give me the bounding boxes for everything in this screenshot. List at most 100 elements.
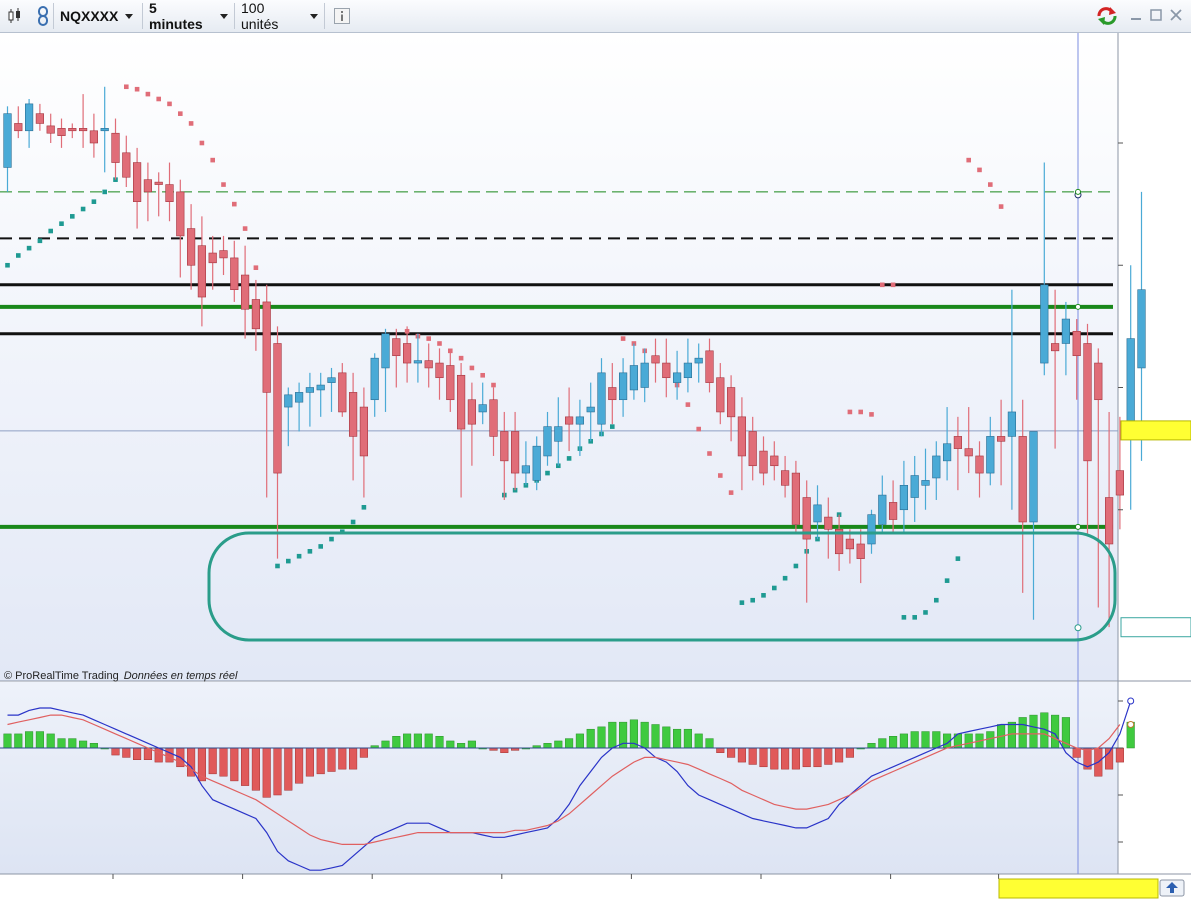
candle-body xyxy=(748,431,757,467)
candle-body xyxy=(575,416,584,425)
candle-body xyxy=(316,384,325,391)
histogram-bar xyxy=(770,747,779,770)
sar-dot xyxy=(912,615,917,620)
candle-body xyxy=(1115,470,1124,496)
sar-dot xyxy=(869,412,874,417)
histogram-bar xyxy=(219,747,228,777)
histogram-bar xyxy=(338,747,347,770)
candle-body xyxy=(759,450,768,474)
histogram-bar xyxy=(165,747,174,763)
candle-body xyxy=(370,357,379,401)
sar-dot xyxy=(718,473,723,478)
minimize-icon[interactable] xyxy=(1129,8,1143,22)
sar-dot xyxy=(847,409,853,415)
macd-marker xyxy=(1127,697,1135,705)
sar-dot xyxy=(610,424,615,429)
candle-body xyxy=(122,152,131,178)
candlestick-icon[interactable] xyxy=(4,5,26,27)
candle-body xyxy=(910,475,919,498)
histogram-bar xyxy=(802,747,811,768)
sar-dot xyxy=(242,226,248,231)
sar-dot xyxy=(793,563,799,569)
candle-body xyxy=(1051,343,1060,352)
candle-body xyxy=(35,113,44,124)
timeframe-selector[interactable]: 5 minutes xyxy=(143,0,235,32)
histogram-bar xyxy=(608,721,617,749)
sar-dot xyxy=(5,262,10,268)
sar-dot xyxy=(286,558,291,564)
maximize-icon[interactable] xyxy=(1149,8,1163,22)
histogram-bar xyxy=(413,733,422,749)
symbol-label: NQXXXX xyxy=(60,8,119,24)
info-icon[interactable] xyxy=(331,5,353,27)
sar-dot xyxy=(437,341,442,346)
candle-body xyxy=(597,372,606,425)
candle-body xyxy=(338,372,347,413)
histogram-bar xyxy=(68,738,77,749)
histogram-bar xyxy=(284,747,293,791)
histogram-bar xyxy=(208,747,217,775)
histogram-bar xyxy=(295,747,304,784)
sar-dot xyxy=(253,265,259,270)
units-selector[interactable]: 100 unités xyxy=(235,0,325,32)
sar-dot xyxy=(782,575,788,581)
sar-dot xyxy=(221,182,226,187)
sar-dot xyxy=(275,563,280,569)
candle-body xyxy=(780,470,790,486)
histogram-bar xyxy=(1018,717,1027,749)
candle-body xyxy=(694,357,703,364)
candle-body xyxy=(986,436,995,474)
histogram-bar xyxy=(921,731,930,749)
sar-dot xyxy=(566,456,572,461)
histogram-bar xyxy=(835,747,844,763)
candle-body xyxy=(305,387,315,393)
histogram-bar xyxy=(3,733,12,749)
candle-body xyxy=(888,502,898,520)
candle-body xyxy=(402,343,412,364)
signal-marker xyxy=(1127,721,1135,728)
candle-body xyxy=(1083,343,1092,462)
candle-body xyxy=(899,484,908,511)
histogram-bar xyxy=(457,743,466,749)
candle-body xyxy=(543,426,552,457)
sar-dot xyxy=(350,519,356,525)
histogram-bar xyxy=(349,747,358,770)
candle-body xyxy=(500,431,509,462)
candle-body xyxy=(46,125,55,134)
close-icon[interactable] xyxy=(1169,8,1183,22)
candle-body xyxy=(467,399,477,425)
sar-dot xyxy=(696,426,701,432)
candle-body xyxy=(1029,431,1038,523)
candle-body xyxy=(640,362,649,388)
histogram-bar xyxy=(1072,747,1081,758)
sar-dot xyxy=(890,282,896,288)
candle-body xyxy=(392,338,401,357)
histogram-bar xyxy=(597,726,606,749)
histogram-bar xyxy=(262,747,271,798)
link-icon[interactable] xyxy=(32,5,54,27)
histogram-bar xyxy=(79,740,88,749)
histogram-bar xyxy=(694,733,703,749)
candle-body xyxy=(14,123,23,132)
candle-body xyxy=(791,472,800,525)
sar-dot xyxy=(167,101,172,107)
sar-dot xyxy=(70,214,75,219)
symbol-selector[interactable]: NQXXXX xyxy=(53,3,143,29)
candle-body xyxy=(68,128,77,132)
histogram-bar xyxy=(683,728,692,749)
histogram-bar xyxy=(845,747,854,758)
histogram-bar xyxy=(273,747,282,796)
histogram-bar xyxy=(705,738,714,749)
sar-dot xyxy=(91,199,97,204)
sar-dot xyxy=(469,365,475,371)
histogram-bar xyxy=(57,738,66,749)
chart-area[interactable]: © ProRealTime Trading Données en temps ré… xyxy=(0,33,1191,900)
candle-body xyxy=(996,436,1006,442)
candle-body xyxy=(813,504,822,523)
histogram-bar xyxy=(575,733,584,749)
refresh-icon[interactable] xyxy=(1096,5,1118,27)
candle-body xyxy=(651,355,660,364)
candle-body xyxy=(1007,411,1016,437)
sar-dot xyxy=(858,409,863,415)
histogram-bar xyxy=(467,740,476,749)
